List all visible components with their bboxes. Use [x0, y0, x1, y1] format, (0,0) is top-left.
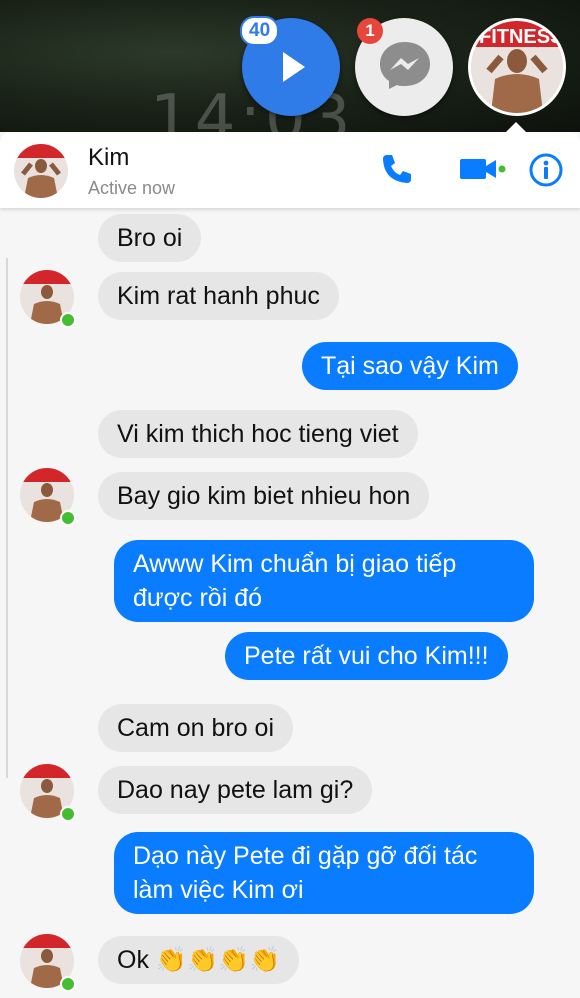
message-bubble-incoming[interactable]: Bro oi [98, 214, 202, 262]
play-icon [283, 52, 305, 82]
avatar-image: FITNESS [471, 21, 563, 113]
online-indicator [60, 510, 76, 526]
message-thread[interactable]: Bro oi Kim rat hanh phuc Tại sao vậy Kim… [0, 208, 580, 998]
phone-icon[interactable] [380, 152, 414, 186]
message-bubble-incoming[interactable]: Kim rat hanh phuc [98, 272, 339, 320]
info-icon[interactable] [528, 152, 564, 188]
scroll-indicator [0, 258, 8, 778]
online-indicator [60, 806, 76, 822]
message-bubble-incoming[interactable]: Ok 👏👏👏👏 [98, 936, 300, 984]
message-bubble-outgoing[interactable]: Awww Kim chuẩn bị giao tiếp được rồi đó [114, 540, 534, 622]
messenger-unread-badge: 1 [357, 18, 383, 44]
message-bubble-outgoing[interactable]: Dạo này Pete đi gặp gỡ đối tác làm việc … [114, 832, 534, 914]
contact-chat-head-avatar[interactable]: FITNESS [468, 18, 566, 116]
message-bubble-incoming[interactable]: Dao nay pete lam gi? [98, 766, 373, 814]
video-camera-icon[interactable] [458, 152, 506, 186]
message-bubble-outgoing[interactable]: Tại sao vậy Kim [302, 342, 518, 390]
contact-name: Kim [88, 144, 130, 171]
chat-head-pointer [505, 122, 527, 133]
message-bubble-incoming[interactable]: Bay gio kim biet nhieu hon [98, 472, 430, 520]
video-unread-badge: 40 [240, 16, 280, 46]
messenger-icon [380, 42, 430, 89]
contact-status: Active now [88, 178, 176, 198]
online-indicator [60, 976, 76, 992]
conversation-header: Kim Active now [0, 122, 580, 208]
contact-avatar[interactable] [14, 144, 68, 198]
message-bubble-incoming[interactable]: Cam on bro oi [98, 704, 294, 752]
message-bubble-outgoing[interactable]: Pete rất vui cho Kim!!! [225, 632, 508, 680]
message-bubble-incoming[interactable]: Vi kim thich hoc tieng viet [98, 410, 418, 458]
online-indicator [60, 312, 76, 328]
